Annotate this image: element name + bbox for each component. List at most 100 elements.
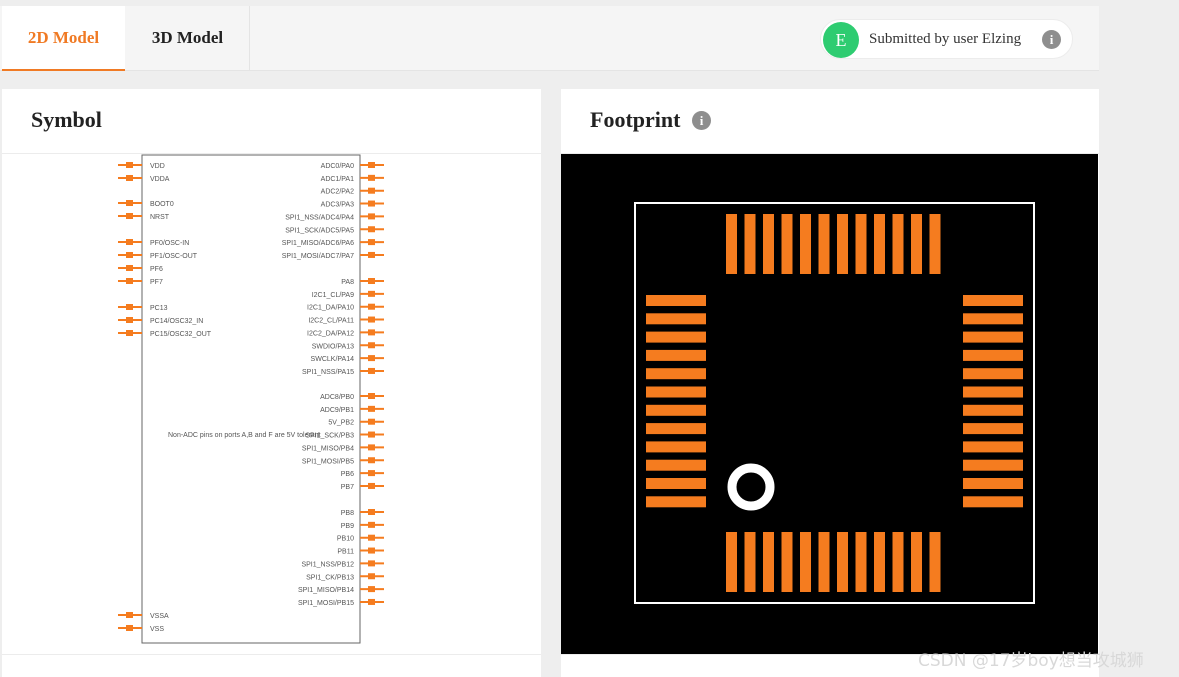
pin-marker [368, 393, 375, 399]
pin-marker [368, 482, 375, 489]
pad-right [963, 478, 1023, 489]
pad-right [963, 313, 1023, 325]
pin-marker [126, 213, 133, 219]
pad-top [837, 214, 848, 274]
pin-label: PF6 [150, 266, 163, 273]
pad-top [744, 214, 756, 274]
pad-bottom [911, 532, 922, 592]
info-icon[interactable]: i [1042, 30, 1061, 49]
pad-bottom [763, 532, 774, 592]
pad-top [855, 214, 867, 274]
pin1-marker [727, 463, 775, 511]
divider [2, 654, 541, 655]
submitter-text: Submitted by user Elzing [869, 31, 1022, 47]
pad-top [929, 214, 941, 274]
pin-marker [368, 586, 375, 593]
avatar: E [823, 22, 859, 58]
pin-marker [368, 573, 375, 580]
pin-marker [126, 200, 133, 206]
pad-left [646, 313, 706, 325]
pad-right [963, 295, 1023, 306]
pin-marker [368, 226, 375, 233]
pin-label: VDD [150, 163, 165, 170]
pin-marker [126, 162, 133, 168]
pin-label: SPI1_NSS/PA15 [302, 369, 354, 376]
pad-bottom [837, 532, 848, 592]
pin-label: ADC8/PB0 [320, 394, 354, 401]
pin-marker [368, 509, 375, 515]
symbol-note: Non-ADC pins on ports A,B and F are 5V t… [168, 432, 321, 439]
pin-label: BOOT0 [150, 201, 174, 208]
symbol-panel: Symbol VDD VDDA BOOT0 NRST PF0/OSC-IN PF1/OSC… [2, 89, 541, 677]
pin-label: PC14/OSC32_IN [150, 318, 203, 325]
pin-label: VSSA [150, 613, 169, 620]
pad-left [646, 478, 706, 489]
pin-marker [126, 239, 133, 245]
pin-label: SPI1_NSS/ADC4/PA4 [285, 214, 354, 221]
pad-right [963, 423, 1023, 435]
pad-top [892, 214, 904, 274]
pad-top [818, 214, 830, 274]
pin-marker [368, 278, 375, 284]
pad-top [781, 214, 793, 274]
pad-top [874, 214, 885, 274]
pad-right [963, 459, 1023, 471]
pin-label: SPI1_MISO/PB4 [302, 445, 354, 452]
pin-label: SWCLK/PA14 [311, 356, 355, 363]
watermark: CSDN @17岁boy想当攻城狮 [918, 651, 1144, 671]
pin-marker [368, 213, 375, 220]
pad-right [963, 496, 1023, 508]
footprint-title: Footprint [590, 107, 681, 132]
pin-marker [368, 444, 375, 451]
pad-bottom [929, 532, 941, 592]
tab-bar: 2D Model 3D Model E Submitted by user El… [0, 6, 1099, 71]
pin-label: SPI1_MISO/ADC6/PA6 [282, 240, 354, 247]
pin-label: PC13 [150, 305, 168, 312]
pin-marker [368, 200, 375, 207]
pin-label: PB6 [341, 471, 354, 478]
pin-label: 5V_PB2 [328, 420, 354, 427]
pin-label: SPI1_MOSI/ADC7/PA7 [282, 253, 354, 260]
footprint-panel: Footprint i [561, 89, 1099, 677]
pin-marker [368, 303, 375, 310]
pad-left [646, 331, 706, 343]
pad-right [963, 441, 1023, 453]
pad-bottom [874, 532, 885, 592]
pad-left [646, 368, 706, 380]
pad-left [646, 423, 706, 435]
pin-label: ADC1/PA1 [321, 176, 354, 183]
pin-label: SPI1_NSS/PB12 [301, 561, 354, 568]
submitter-badge: E Submitted by user Elzing i [820, 19, 1073, 59]
pad-left [646, 295, 706, 306]
info-icon[interactable]: i [692, 111, 711, 130]
pin-label: PC15/OSC32_OUT [150, 331, 212, 338]
pad-right [963, 386, 1023, 398]
pin-label: I2C2_CL/PA11 [308, 318, 354, 325]
pad-top [726, 214, 737, 274]
pin-label: SPI1_MOSI/PB5 [302, 458, 354, 465]
pin-marker [368, 342, 375, 349]
footprint-outline [634, 202, 1035, 604]
pad-top [911, 214, 922, 274]
pin-marker [368, 547, 375, 554]
pin-label: VSS [150, 626, 164, 633]
pin-marker [126, 625, 133, 631]
pad-right [963, 404, 1023, 416]
pin-label: PF1/OSC-OUT [150, 253, 198, 260]
tab-3d-model[interactable]: 3D Model [126, 6, 250, 71]
pin-marker [126, 304, 133, 310]
pad-left [646, 404, 706, 416]
pin-label: ADC0/PA0 [321, 163, 354, 170]
pin-marker [368, 367, 375, 374]
pad-bottom [800, 532, 811, 592]
pin-marker [126, 252, 133, 258]
pad-top [800, 214, 811, 274]
pin-label: PB11 [337, 549, 354, 556]
pin-label: SPI1_MISO/PB14 [298, 587, 354, 594]
pin-label: I2C1_CL/PA9 [312, 292, 354, 299]
tab-2d-model[interactable]: 2D Model [2, 6, 125, 71]
pin-marker [368, 251, 375, 258]
pin-label: VDDA [150, 176, 170, 183]
pin-label: PB9 [341, 523, 354, 530]
pin-marker [368, 290, 375, 297]
